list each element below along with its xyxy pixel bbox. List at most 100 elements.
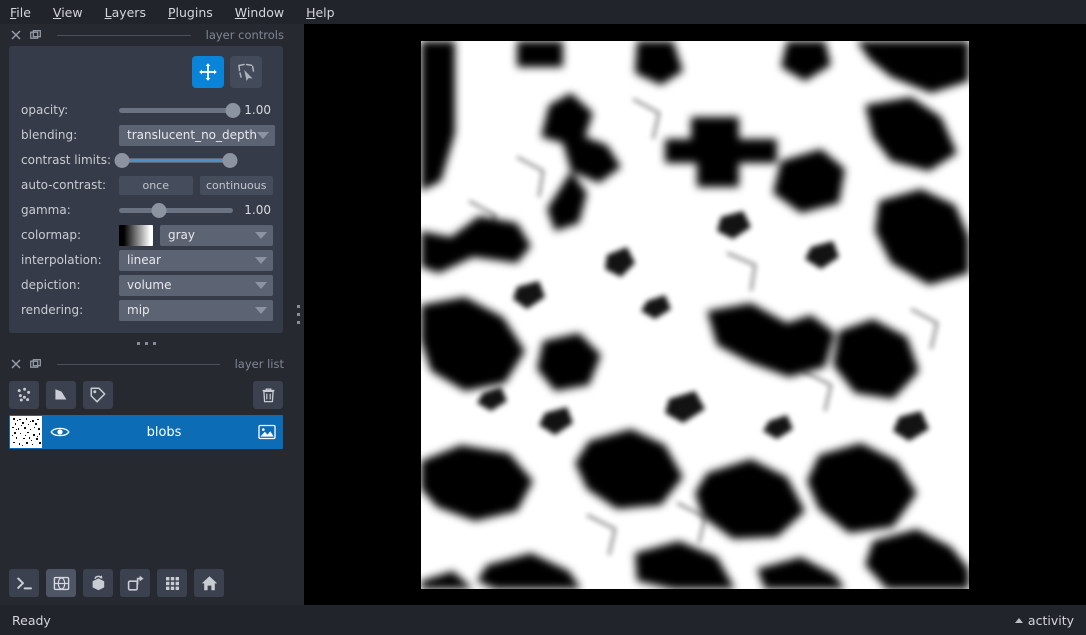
interpolation-combobox[interactable]: linear bbox=[119, 249, 273, 271]
layer-list-dock-title: layer list bbox=[0, 353, 292, 375]
chevron-down-icon bbox=[256, 131, 269, 139]
layer-type-indicator bbox=[251, 424, 283, 440]
transpose-icon bbox=[126, 574, 145, 593]
dock-close-icon[interactable] bbox=[9, 29, 22, 42]
dock-title-divider bbox=[57, 34, 191, 36]
cube-3d-icon bbox=[52, 574, 71, 593]
gamma-slider-handle[interactable] bbox=[151, 202, 167, 218]
depiction-row: depiction: volume bbox=[19, 274, 273, 296]
gamma-slider-track bbox=[119, 207, 233, 213]
menu-item-window[interactable]: Window bbox=[235, 5, 284, 20]
roll-dims-button[interactable] bbox=[83, 569, 113, 597]
image-icon bbox=[258, 424, 276, 440]
menu-item-plugins[interactable]: Plugins bbox=[168, 5, 213, 20]
dock-title-divider bbox=[57, 363, 220, 365]
grid-icon bbox=[164, 575, 181, 592]
pan-zoom-mode-button[interactable] bbox=[192, 56, 224, 88]
depiction-combobox[interactable]: volume bbox=[119, 274, 273, 296]
opacity-row: opacity: 1.00 bbox=[19, 99, 273, 121]
horizontal-splitter-handle[interactable] bbox=[0, 333, 292, 353]
auto-contrast-once-button[interactable]: once bbox=[119, 175, 193, 195]
layer-controls-label: layer controls bbox=[205, 28, 284, 42]
transform-mode-button[interactable] bbox=[230, 56, 262, 88]
blobs-image-render bbox=[421, 40, 969, 589]
rendering-label: rendering: bbox=[21, 303, 84, 317]
new-points-layer-button[interactable] bbox=[9, 381, 39, 409]
chevron-up-icon bbox=[1014, 617, 1023, 623]
chevron-down-icon bbox=[255, 281, 267, 289]
console-button[interactable] bbox=[9, 569, 39, 597]
colormap-label: colormap: bbox=[21, 228, 82, 242]
depiction-value: volume bbox=[127, 278, 172, 292]
menu-item-layers[interactable]: Layers bbox=[105, 5, 146, 20]
transform-icon bbox=[236, 62, 256, 82]
menu-item-file[interactable]: File bbox=[10, 5, 31, 20]
viewer-canvas[interactable] bbox=[304, 24, 1086, 605]
ndisplay-toggle-button[interactable] bbox=[46, 569, 76, 597]
layer-controls-panel: opacity: 1.00 blending: translucent_no_d… bbox=[9, 46, 283, 333]
colormap-row: colormap: gray bbox=[19, 224, 273, 246]
trash-icon bbox=[260, 387, 277, 404]
new-labels-layer-button[interactable] bbox=[83, 381, 113, 409]
gamma-value: 1.00 bbox=[244, 203, 271, 217]
interpolation-row: interpolation: linear bbox=[19, 249, 273, 271]
menu-item-view[interactable]: View bbox=[53, 5, 83, 20]
menu-bar: File View Layers Plugins Window Help bbox=[0, 0, 1086, 24]
opacity-label: opacity: bbox=[21, 103, 69, 117]
chevron-down-icon bbox=[255, 256, 267, 264]
layer-controls-dock-title: layer controls bbox=[0, 24, 292, 46]
layer-list: blobs bbox=[0, 415, 292, 561]
activity-label: activity bbox=[1027, 612, 1074, 628]
grid-view-button[interactable] bbox=[157, 569, 187, 597]
new-shapes-layer-button[interactable] bbox=[46, 381, 76, 409]
home-button[interactable] bbox=[194, 569, 224, 597]
blending-combobox[interactable]: translucent_no_depth bbox=[119, 124, 275, 146]
colormap-combobox[interactable]: gray bbox=[160, 224, 273, 246]
menu-item-help[interactable]: Help bbox=[306, 5, 335, 20]
vertical-splitter-handle[interactable] bbox=[292, 24, 304, 605]
contrast-limits-range-slider[interactable] bbox=[114, 151, 238, 169]
eye-icon bbox=[50, 425, 70, 439]
dock-close-icon[interactable] bbox=[9, 358, 22, 371]
auto-contrast-continuous-button[interactable]: continuous bbox=[199, 175, 273, 195]
home-icon bbox=[200, 574, 219, 593]
labels-icon bbox=[89, 386, 107, 404]
roll-cube-icon bbox=[89, 574, 108, 593]
move-icon bbox=[198, 62, 218, 82]
main-area: layer controls opacity: 1.00 blending: t… bbox=[0, 24, 1086, 605]
opacity-slider[interactable] bbox=[119, 101, 241, 119]
opacity-slider-handle[interactable] bbox=[225, 102, 241, 118]
interpolation-label: interpolation: bbox=[21, 253, 102, 267]
rendering-value: mip bbox=[127, 303, 150, 317]
transpose-dims-button[interactable] bbox=[120, 569, 150, 597]
interpolation-value: linear bbox=[127, 253, 161, 267]
chevron-down-icon bbox=[255, 306, 267, 314]
layer-visibility-toggle[interactable] bbox=[43, 425, 77, 439]
layer-list-toolbar bbox=[0, 375, 292, 415]
layer-name-label: blobs bbox=[146, 424, 182, 440]
console-icon bbox=[15, 574, 34, 593]
activity-button[interactable]: activity bbox=[1014, 612, 1074, 628]
rendering-row: rendering: mip bbox=[19, 299, 273, 321]
shapes-icon bbox=[52, 386, 70, 404]
colormap-swatch[interactable] bbox=[119, 224, 153, 246]
rendering-combobox[interactable]: mip bbox=[119, 299, 273, 321]
status-message: Ready bbox=[12, 612, 51, 628]
chevron-down-icon bbox=[255, 231, 267, 239]
contrast-limits-high-handle[interactable] bbox=[222, 152, 238, 168]
depiction-label: depiction: bbox=[21, 278, 81, 292]
delete-layer-button[interactable] bbox=[253, 381, 283, 409]
layer-row-blobs[interactable]: blobs bbox=[9, 415, 283, 449]
layer-list-label: layer list bbox=[234, 357, 284, 371]
dock-float-icon[interactable] bbox=[29, 358, 42, 371]
viewer-buttons-bar bbox=[0, 561, 292, 605]
blending-label: blending: bbox=[21, 128, 78, 142]
gamma-label: gamma: bbox=[21, 203, 71, 217]
dock-float-icon[interactable] bbox=[29, 29, 42, 42]
colormap-value: gray bbox=[168, 228, 196, 242]
status-bar: Ready activity bbox=[0, 605, 1086, 635]
gamma-slider[interactable] bbox=[119, 201, 233, 219]
opacity-slider-track bbox=[119, 107, 233, 113]
contrast-limits-low-handle[interactable] bbox=[114, 152, 130, 168]
points-icon bbox=[15, 386, 33, 404]
